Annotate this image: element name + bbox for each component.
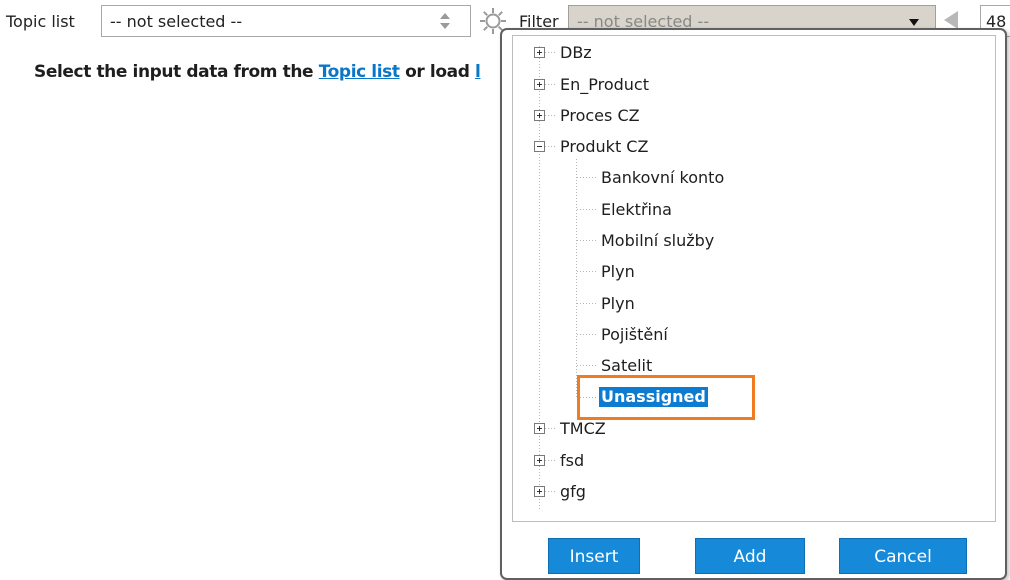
tree-node-plyn[interactable]: Plyn [601, 262, 635, 282]
tree-node-proces-cz[interactable]: Proces CZ [560, 106, 640, 126]
topic-list-label: Topic list [6, 12, 75, 31]
topic-tree-dialog: DBz En_Product Proces CZ Produkt CZ Bank… [500, 28, 1007, 580]
up-down-spinner-icon[interactable] [438, 10, 452, 32]
tree-node-gfg[interactable]: gfg [560, 482, 586, 502]
tree-node-pojisteni[interactable]: Pojištění [601, 325, 668, 345]
instruction-text: Select the input data from the Topic lis… [34, 61, 481, 83]
caret-down-icon[interactable] [909, 19, 919, 26]
tree-node-plyn-2[interactable]: Plyn [601, 294, 635, 314]
app-window: Topic list -- not selected -- Filter -- … [0, 0, 1010, 580]
instruction-prefix: Select the input data from the [34, 62, 319, 82]
collapse-minus-icon[interactable] [534, 141, 545, 152]
expand-plus-icon[interactable] [534, 79, 545, 90]
topic-list-value: -- not selected -- [110, 12, 243, 31]
tree-node-en-product[interactable]: En_Product [560, 75, 649, 95]
add-button[interactable]: Add [695, 538, 805, 574]
tree-node-elektrina[interactable]: Elektřina [601, 200, 672, 220]
tree-node-satelit[interactable]: Satelit [601, 356, 652, 376]
topic-list-link[interactable]: Topic list [319, 62, 400, 82]
cancel-button[interactable]: Cancel [839, 538, 967, 574]
tree-node-dbz[interactable]: DBz [560, 43, 592, 63]
expand-plus-icon[interactable] [534, 423, 545, 434]
load-link[interactable]: l [475, 62, 481, 82]
topic-list-select[interactable]: -- not selected -- [101, 5, 471, 37]
triangle-left-icon[interactable] [944, 11, 958, 29]
tree-node-produkt-cz[interactable]: Produkt CZ [560, 137, 648, 157]
expand-plus-icon[interactable] [534, 455, 545, 466]
tree-node-mobilni-sluzby[interactable]: Mobilní služby [601, 231, 714, 251]
tree-node-tmcz[interactable]: TMCZ [560, 419, 606, 439]
instruction-middle: or load [399, 62, 475, 82]
expand-plus-icon[interactable] [534, 486, 545, 497]
expand-plus-icon[interactable] [534, 110, 545, 121]
insert-button[interactable]: Insert [548, 538, 640, 574]
selection-highlight-frame [577, 375, 755, 420]
topic-tree[interactable]: DBz En_Product Proces CZ Produkt CZ Bank… [512, 35, 996, 522]
tree-node-bankovni-konto[interactable]: Bankovní konto [601, 168, 724, 188]
expand-plus-icon[interactable] [534, 47, 545, 58]
tree-node-fsd[interactable]: fsd [560, 451, 584, 471]
